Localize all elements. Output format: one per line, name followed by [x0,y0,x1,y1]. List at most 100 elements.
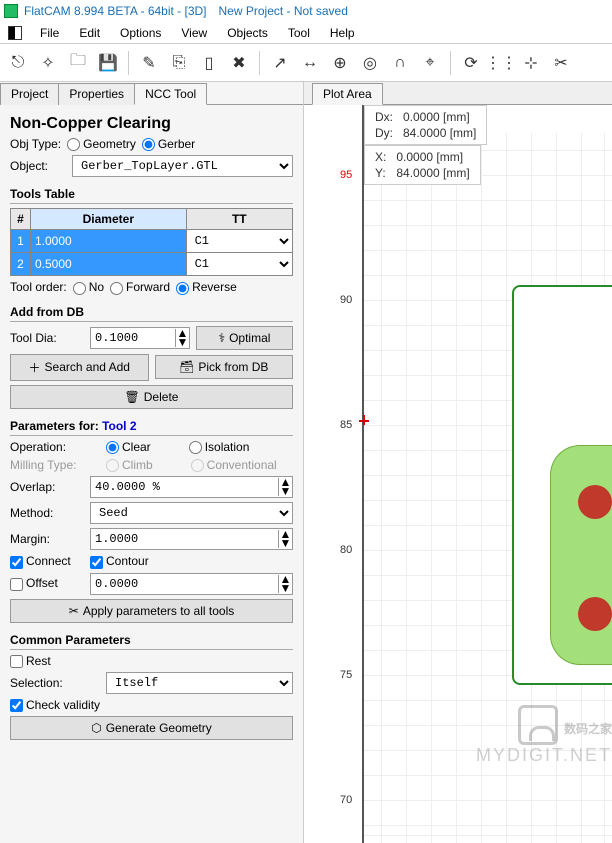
tool-order-label: Tool order: [10,280,67,294]
db-icon: 🗃 [179,360,194,374]
distance-min-icon[interactable]: ↔ [296,49,324,77]
y-tick: 90 [340,294,352,306]
pad-hole [578,485,612,519]
method-label: Method: [10,506,84,520]
common-params-heading: Common Parameters [10,631,293,650]
menu-tool[interactable]: Tool [278,24,320,42]
order-reverse[interactable]: Reverse [176,280,237,294]
plot-area[interactable]: 95 90 85 80 75 70 Dx:0.0000 [mm] Dy:84.0… [304,105,612,843]
trash-icon: 🗑 [125,390,140,404]
copper-region [550,445,612,665]
generate-geometry-button[interactable]: ⬡Generate Geometry [10,716,293,740]
optimal-button[interactable]: ⚕Optimal [196,326,293,350]
panel-tabs: Project Properties NCC Tool [0,82,303,105]
overlap-label: Overlap: [10,480,84,494]
milling-climb: Climb [106,458,153,472]
spin-down-icon: ▼ [176,338,189,347]
toolbar: ⎋ ✧ 🗀 💾 ✎ ⎘ ▯ ✖ ↗ ↔ ⊕ ◎ ∩ ⌖ ⟳ ⋮⋮ ⊹ ✂ [0,44,612,82]
menu-options[interactable]: Options [110,24,171,42]
tool-dia-label: Tool Dia: [10,331,84,345]
delete-button[interactable]: 🗑Delete [10,385,293,409]
th-tt[interactable]: TT [186,209,292,230]
jump-icon[interactable]: ∩ [386,49,414,77]
apply-all-button[interactable]: ✂Apply parameters to all tools [10,599,293,623]
snap-icon[interactable]: ⋮⋮ [487,49,515,77]
menu-objects[interactable]: Objects [217,24,278,42]
pad-hole [578,597,612,631]
tools-table: # Diameter TT 1 1.0000 C1 2 0.5000 C1 [10,208,293,276]
refresh-icon[interactable]: ⟳ [457,49,485,77]
offset-checkbox[interactable]: Offset [10,576,84,590]
open-icon[interactable]: 🗀 [64,49,92,77]
document-icon[interactable]: ▯ [195,49,223,77]
geometry-icon: ⬡ [91,721,101,735]
tools-table-heading: Tools Table [10,185,293,204]
new-gerber-icon[interactable]: ⎋ [4,49,32,77]
pick-from-db-button[interactable]: 🗃Pick from DB [155,355,294,379]
object-select[interactable]: Gerber_TopLayer.GTL [72,155,293,177]
object-label: Object: [10,159,66,173]
left-panel: Project Properties NCC Tool Non-Copper C… [0,82,304,843]
save-icon[interactable]: 💾 [94,49,122,77]
title-bar: FlatCAM 8.994 BETA - 64bit - [3D] New Pr… [0,0,612,22]
locate-icon[interactable]: ⌖ [416,49,444,77]
set-origin-icon[interactable]: ◎ [356,49,384,77]
connect-checkbox[interactable]: Connect [10,554,84,568]
obj-type-geometry[interactable]: Geometry [67,137,136,151]
menu-edit[interactable]: Edit [69,24,110,42]
overlap-input[interactable]: ▲▼ [90,476,293,498]
edit-icon[interactable]: ✎ [135,49,163,77]
corner-snap-icon[interactable]: ⊹ [517,49,545,77]
y-tick: 95 [340,169,352,181]
pos-info-box: X:0.0000 [mm] Y:84.0000 [mm] [364,145,481,185]
rest-checkbox[interactable]: Rest [10,654,51,668]
delta-info-box: Dx:0.0000 [mm] Dy:84.0000 [mm] [364,105,487,145]
table-row: 2 0.5000 C1 [11,253,293,276]
tt-select-2[interactable]: C1 [187,253,292,275]
order-forward[interactable]: Forward [110,280,170,294]
search-add-button[interactable]: ＋Search and Add [10,354,149,381]
cursor-cross-icon [363,415,365,425]
margin-input[interactable]: ▲▼ [90,528,293,550]
margin-label: Margin: [10,532,84,546]
tab-ncc-tool[interactable]: NCC Tool [134,83,207,105]
copy-icon[interactable]: ⎘ [165,49,193,77]
cut-icon[interactable]: ✂ [547,49,575,77]
th-diameter[interactable]: Diameter [31,209,187,230]
offset-input[interactable]: ▲▼ [90,573,293,595]
order-no[interactable]: No [73,280,104,294]
menu-file[interactable]: File [30,24,69,42]
tt-select-1[interactable]: C1 [187,230,292,252]
menu-bar: File Edit Options View Objects Tool Help [0,22,612,44]
y-tick: 85 [340,419,352,431]
obj-type-gerber[interactable]: Gerber [142,137,195,151]
plus-icon: ＋ [29,359,41,376]
milling-type-label: Milling Type: [10,458,100,472]
project-title: New Project - Not saved [219,4,348,18]
th-num[interactable]: # [11,209,31,230]
method-select[interactable]: Seed [90,502,293,524]
distance-icon[interactable]: ↗ [266,49,294,77]
operation-isolation[interactable]: Isolation [189,440,250,454]
origin-icon[interactable]: ⊕ [326,49,354,77]
operation-clear[interactable]: Clear [106,440,151,454]
obj-type-label: Obj Type: [10,137,61,151]
contour-checkbox[interactable]: Contour [90,554,149,568]
y-tick: 70 [340,794,352,806]
check-validity-checkbox[interactable]: Check validity [10,698,100,712]
watermark-url: MYDIGIT.NET [476,745,612,766]
menu-view[interactable]: View [171,24,217,42]
tool-dia-input[interactable]: ▲▼ [90,327,190,349]
app-title: FlatCAM 8.994 BETA - 64bit - [3D] [24,4,207,18]
tab-plot-area[interactable]: Plot Area [312,83,383,105]
selection-label: Selection: [10,676,100,690]
delete-icon[interactable]: ✖ [225,49,253,77]
tab-project[interactable]: Project [0,83,59,105]
milling-conventional: Conventional [191,458,277,472]
menu-help[interactable]: Help [320,24,365,42]
y-tick: 75 [340,669,352,681]
theme-toggle-icon[interactable] [8,26,22,40]
new-excellon-icon[interactable]: ✧ [34,49,62,77]
tab-properties[interactable]: Properties [58,83,135,105]
selection-select[interactable]: Itself [106,672,293,694]
